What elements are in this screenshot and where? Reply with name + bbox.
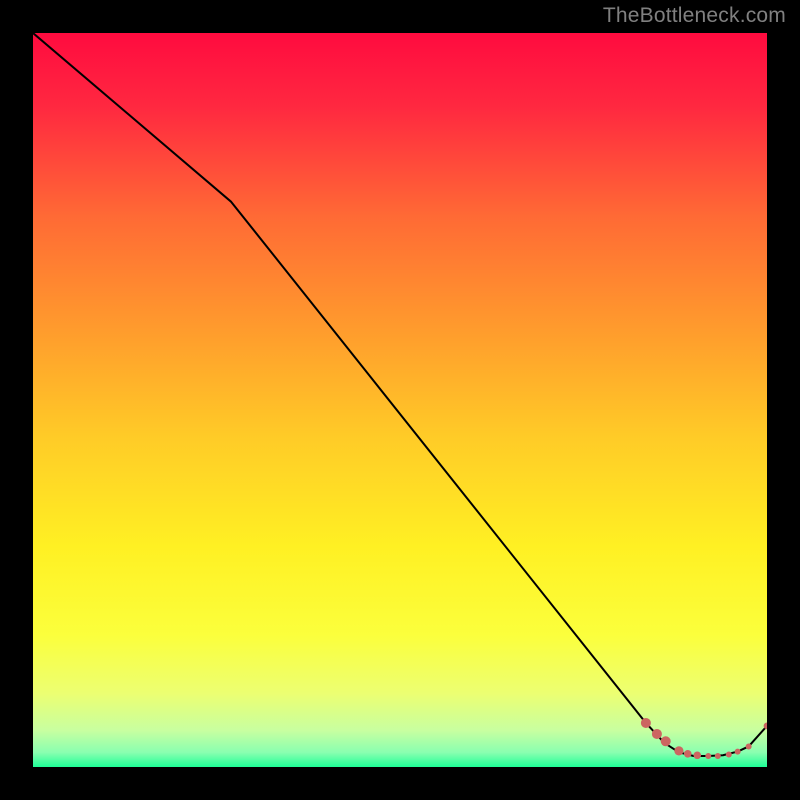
marker-point — [641, 718, 651, 728]
marker-point — [684, 750, 692, 758]
marker-point — [705, 753, 711, 759]
marker-point — [661, 736, 671, 746]
marker-point — [726, 752, 732, 758]
marker-point — [746, 743, 752, 749]
plot-svg — [33, 33, 767, 767]
marker-point — [735, 749, 741, 755]
marker-point — [693, 751, 701, 759]
chart-stage: TheBottleneck.com — [0, 0, 800, 800]
marker-point — [715, 753, 721, 759]
watermark-text: TheBottleneck.com — [603, 4, 786, 28]
gradient-background — [33, 33, 767, 767]
marker-point — [652, 729, 662, 739]
marker-point — [674, 746, 683, 755]
plot-area — [33, 33, 767, 767]
